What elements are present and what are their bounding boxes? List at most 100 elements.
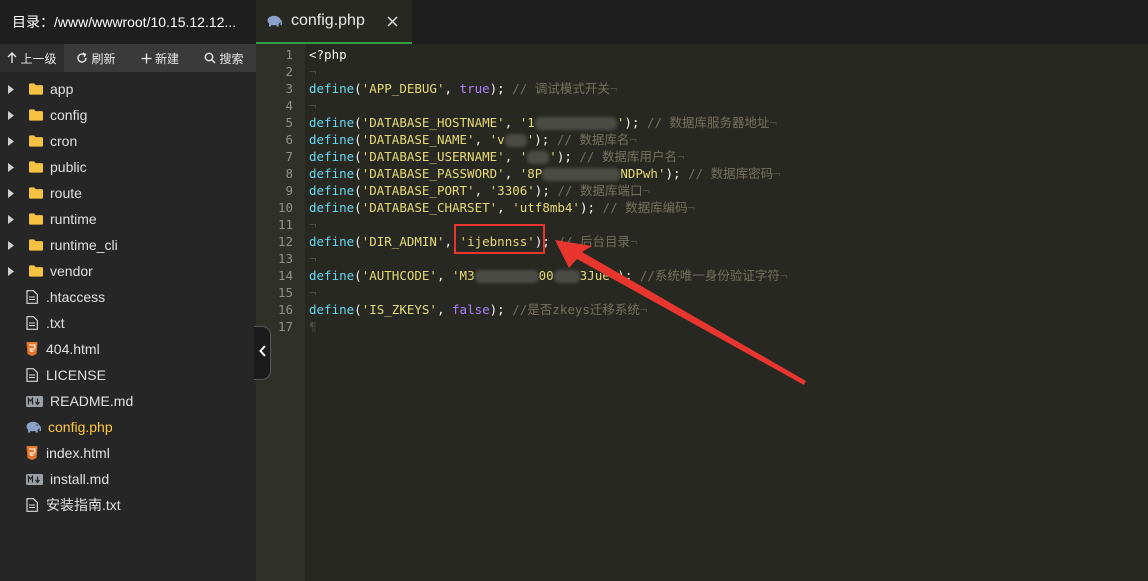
line-number: 6 <box>285 132 293 147</box>
plus-icon <box>141 53 152 64</box>
tree-folder-runtime-cli[interactable]: runtime_cli <box>0 232 256 258</box>
punct: ( <box>354 166 362 181</box>
punct: ( <box>354 234 362 249</box>
tree-file-license[interactable]: LICENSE <box>0 362 256 388</box>
eol-marker: ¬ <box>309 64 317 79</box>
comment: // 数据库名 <box>549 132 630 147</box>
close-icon[interactable] <box>387 15 398 27</box>
punct: ( <box>354 268 362 283</box>
punct: ( <box>354 81 362 96</box>
tree-folder-public[interactable]: public <box>0 154 256 180</box>
line-number: 2 <box>285 64 293 79</box>
sidebar-collapse-toggle[interactable] <box>254 326 271 380</box>
redacted-blur <box>553 270 580 283</box>
eol-marker: ¬ <box>309 251 317 266</box>
tree-item-label: .txt <box>46 315 65 331</box>
tree-file-install-md[interactable]: install.md <box>0 466 256 492</box>
punct: ); <box>624 115 640 130</box>
tree-folder-cron[interactable]: cron <box>0 128 256 154</box>
line-number: 15 <box>277 285 293 300</box>
tree-folder-config[interactable]: config <box>0 102 256 128</box>
html5-icon <box>25 342 39 356</box>
line-number: 13 <box>277 251 293 266</box>
punct: ); <box>665 166 681 181</box>
keyword: define <box>309 115 355 130</box>
folder-icon <box>29 264 43 278</box>
punct: ); <box>556 149 572 164</box>
punct: ); <box>617 268 633 283</box>
caret-right-icon <box>8 240 18 250</box>
markdown-icon <box>25 472 43 486</box>
punct: ); <box>489 302 505 317</box>
code-line: define('DATABASE_PASSWORD', '8P NDPwh'); … <box>309 165 781 182</box>
tree-item-label: index.html <box>46 445 110 461</box>
eol-marker: ¬ <box>629 234 638 249</box>
string: 'DATABASE_PORT' <box>361 183 475 198</box>
new-button[interactable]: 新建 <box>128 44 192 72</box>
string: ' <box>519 149 528 164</box>
search-button[interactable]: 搜索 <box>192 44 256 72</box>
string: '8P <box>519 166 543 181</box>
tree-file-404-html[interactable]: 404.html <box>0 336 256 362</box>
string: 'M3 <box>452 268 475 283</box>
redacted-blur <box>504 134 527 147</box>
text-file-icon <box>25 316 39 330</box>
eol-marker: ¬ <box>309 285 317 300</box>
comment: //系统唯一身份验证字符 <box>632 268 780 283</box>
line-number: 10 <box>277 200 293 215</box>
line-number: 16 <box>277 302 293 317</box>
punct: ( <box>354 200 362 215</box>
folder-icon <box>29 186 43 200</box>
line-number: 3 <box>285 81 293 96</box>
file-tree: app config cron public route runtime run… <box>0 76 256 518</box>
string: 3Jue' <box>579 268 618 283</box>
tab-config-php[interactable]: config.php <box>256 0 412 44</box>
punct: ( <box>354 115 362 130</box>
tree-folder-vendor[interactable]: vendor <box>0 258 256 284</box>
code-line: define('DATABASE_NAME', 'v '); // 数据库名¬ <box>309 131 637 148</box>
code-line: ¶ <box>309 318 317 335</box>
text-file-icon <box>25 498 39 512</box>
code-editor[interactable]: <?php ¬ define('APP_DEBUG', true); // 调试… <box>305 44 1148 581</box>
eol-marker: ¬ <box>642 183 650 198</box>
tree-folder-route[interactable]: route <box>0 180 256 206</box>
string: 'IS_ZKEYS' <box>361 302 437 317</box>
caret-right-icon <box>8 84 18 94</box>
punct: ( <box>354 183 362 198</box>
punct: , <box>436 302 453 317</box>
arrow-up-icon <box>7 52 17 64</box>
comment: //是否zkeys迁移系统 <box>504 302 640 317</box>
string: 'DATABASE_HOSTNAME' <box>361 115 505 130</box>
tree-file-install-guide[interactable]: 安装指南.txt <box>0 492 256 518</box>
caret-right-icon <box>8 188 18 198</box>
punct: ); <box>579 200 596 215</box>
punct: , <box>436 268 453 283</box>
tree-file-index-html[interactable]: index.html <box>0 440 256 466</box>
string: 'v <box>489 132 505 147</box>
tree-file-config-php[interactable]: config.php <box>0 414 256 440</box>
tree-file-readme[interactable]: README.md <box>0 388 256 414</box>
php-open-tag: <?php <box>309 47 347 62</box>
tree-folder-runtime[interactable]: runtime <box>0 206 256 232</box>
line-number: 8 <box>285 166 293 181</box>
tree-item-label: runtime <box>50 211 97 227</box>
up-level-button[interactable]: 上一级 <box>0 44 64 72</box>
search-label: 搜索 <box>219 51 244 66</box>
tree-file-txt[interactable]: .txt <box>0 310 256 336</box>
code-line: define('DATABASE_PORT', '3306'); // 数据库端… <box>309 182 650 199</box>
code-line: <?php <box>309 46 347 63</box>
string: 'DATABASE_NAME' <box>361 132 475 147</box>
code-line: ¬ <box>309 97 317 114</box>
tree-folder-app[interactable]: app <box>0 76 256 102</box>
tree-item-label: 404.html <box>46 341 100 357</box>
code-line: define('IS_ZKEYS', false); //是否zkeys迁移系统… <box>309 301 647 318</box>
tree-file-htaccess[interactable]: .htaccess <box>0 284 256 310</box>
code-line: define('APP_DEBUG', true); // 调试模式开关¬ <box>309 80 617 97</box>
redacted-blur <box>527 151 550 164</box>
caret-right-icon <box>8 110 18 120</box>
tree-item-label: README.md <box>50 393 134 409</box>
tab-label: config.php <box>291 12 365 29</box>
refresh-button[interactable]: 刷新 <box>64 44 128 72</box>
string: 'AUTHCODE' <box>361 268 437 283</box>
comment: // 数据库用户名 <box>571 149 677 164</box>
